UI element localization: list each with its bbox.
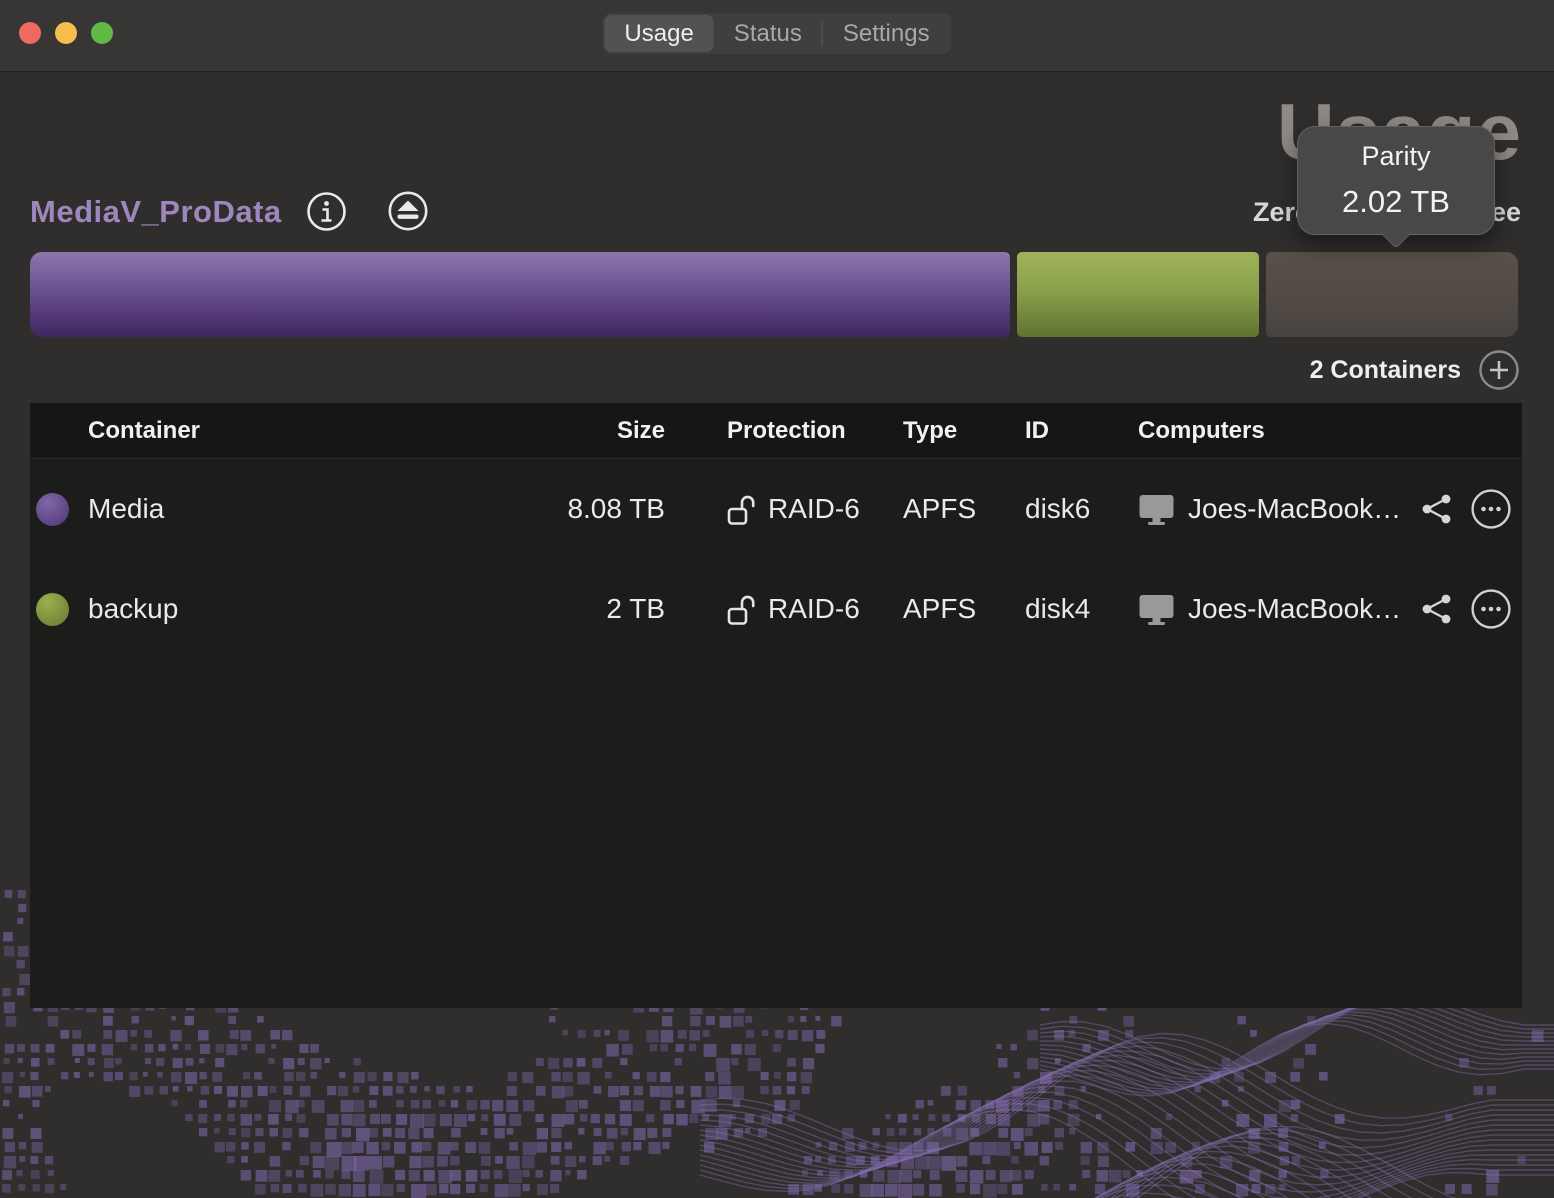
computer-icon xyxy=(1138,493,1175,526)
computer-name: Joes-MacBook… xyxy=(1188,493,1401,525)
share-icon[interactable] xyxy=(1420,592,1454,626)
protection-level: RAID-6 xyxy=(768,493,860,525)
tooltip-value: 2.02 TB xyxy=(1298,184,1494,220)
column-header-computers: Computers xyxy=(1138,403,1265,459)
column-header-container: Container xyxy=(88,403,200,459)
tooltip-title: Parity xyxy=(1298,141,1494,172)
eject-icon[interactable] xyxy=(387,190,429,232)
lock-open-icon xyxy=(727,593,755,626)
usage-segment-parity[interactable] xyxy=(1266,252,1518,337)
minimize-window-button[interactable] xyxy=(55,22,77,44)
disk-id: disk4 xyxy=(1025,559,1090,659)
usage-segment-backup[interactable] xyxy=(1017,252,1259,337)
more-options-icon[interactable] xyxy=(1470,588,1512,630)
tab-settings[interactable]: Settings xyxy=(823,15,950,52)
fs-type: APFS xyxy=(903,459,976,559)
tab-status[interactable]: Status xyxy=(714,15,822,52)
fs-type: APFS xyxy=(903,559,976,659)
usage-summary-text-right: ee xyxy=(1491,197,1521,228)
container-name: Media xyxy=(88,459,164,559)
info-icon[interactable] xyxy=(306,191,347,232)
more-options-icon[interactable] xyxy=(1470,488,1512,530)
computer-icon xyxy=(1138,593,1175,626)
app-window: { "titlebar": { "tabs": [ { "label": "Us… xyxy=(0,0,1554,1198)
column-header-protection: Protection xyxy=(727,403,846,459)
table-header: Container Size Protection Type ID Comput… xyxy=(30,403,1522,459)
usage-segment-media[interactable] xyxy=(30,252,1010,337)
volume-name: MediaV_ProData xyxy=(30,194,282,230)
table-row-backup[interactable]: backup 2 TB RAID-6 APFS disk4 Joes-MacBo… xyxy=(30,559,1522,659)
lock-open-icon xyxy=(727,493,755,526)
tooltip-pointer xyxy=(1380,216,1413,249)
table-row-media[interactable]: Media 8.08 TB RAID-6 APFS disk6 Joes-Mac… xyxy=(30,459,1522,559)
usage-bar xyxy=(30,252,1518,337)
add-container-icon[interactable] xyxy=(1478,349,1520,391)
container-name: backup xyxy=(88,559,178,659)
parity-tooltip: Parity 2.02 TB xyxy=(1297,126,1495,235)
share-icon[interactable] xyxy=(1420,492,1454,526)
protection-level: RAID-6 xyxy=(768,593,860,625)
titlebar: Usage Status Settings xyxy=(0,0,1554,72)
containers-summary: 2 Containers xyxy=(1310,349,1520,391)
container-size: 8.08 TB xyxy=(425,459,665,559)
containers-table: Container Size Protection Type ID Comput… xyxy=(30,403,1522,1008)
view-segmented-control: Usage Status Settings xyxy=(602,13,951,54)
tab-usage[interactable]: Usage xyxy=(604,15,713,52)
column-header-type: Type xyxy=(903,403,957,459)
zoom-window-button[interactable] xyxy=(91,22,113,44)
computer-name: Joes-MacBook… xyxy=(1188,593,1401,625)
column-header-id: ID xyxy=(1025,403,1049,459)
containers-count-label: 2 Containers xyxy=(1310,356,1461,385)
container-color-dot xyxy=(36,593,69,626)
disk-id: disk6 xyxy=(1025,459,1090,559)
column-header-size: Size xyxy=(460,403,665,459)
container-color-dot xyxy=(36,493,69,526)
close-window-button[interactable] xyxy=(19,22,41,44)
container-size: 2 TB xyxy=(425,559,665,659)
